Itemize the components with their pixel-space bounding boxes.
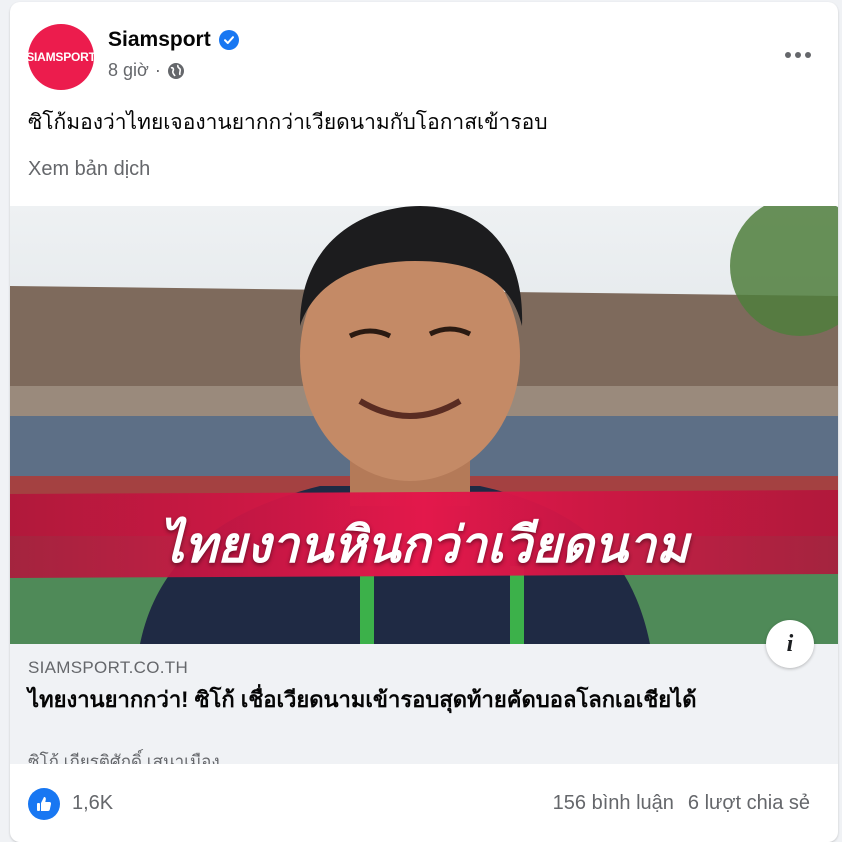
post-meta: 8 giờ · (108, 60, 185, 81)
post-footer: 1,6K 156 bình luận 6 lượt chia sẻ (10, 764, 838, 834)
verified-badge-icon (218, 30, 239, 50)
engagement-stats: 156 bình luận 6 lượt chia sẻ (553, 792, 810, 815)
post-timestamp[interactable]: 8 giờ (108, 60, 149, 81)
link-domain: SIAMSPORT.CO.TH (28, 658, 189, 677)
page-name[interactable]: Siamsport (108, 28, 239, 52)
image-headline-overlay: ไทยงานหินกว่าเวียดนาม (159, 517, 689, 573)
see-translation-link[interactable]: Xem bản dịch (28, 158, 150, 181)
share-count[interactable]: 6 lượt chia sẻ (688, 792, 810, 815)
post-header: SIAMSPORT Siamsport 8 giờ · (26, 20, 828, 90)
post-card: SIAMSPORT Siamsport 8 giờ · ซิโก้มองว่าไ… (10, 2, 838, 842)
globe-icon[interactable] (167, 62, 185, 80)
meta-separator: · (154, 60, 161, 80)
post-text: ซิโก้มองว่าไทยเจองานยากกว่าเวียดนามกับโอ… (28, 111, 548, 134)
avatar-text: SIAMSPORT (26, 50, 96, 64)
more-options-icon[interactable] (778, 40, 818, 70)
post-image[interactable]: ไทยงานหินกว่าเวียดนาม (10, 206, 838, 644)
page-avatar[interactable]: SIAMSPORT (26, 24, 96, 90)
info-icon[interactable]: i (766, 620, 814, 668)
link-preview[interactable]: SIAMSPORT.CO.TH ไทยงานยากกว่า! ซิโก้ เชื… (10, 644, 838, 764)
like-icon[interactable] (28, 788, 60, 820)
reaction-count[interactable]: 1,6K (72, 792, 113, 815)
page-name-text[interactable]: Siamsport (108, 28, 211, 52)
comment-count[interactable]: 156 bình luận (553, 792, 674, 815)
link-description: ซิโก้ เกียรติศักดิ์ เสนาเมือง ... (28, 752, 239, 764)
link-title[interactable]: ไทยงานยากกว่า! ซิโก้ เชื่อเวียดนามเข้ารอ… (28, 686, 808, 714)
